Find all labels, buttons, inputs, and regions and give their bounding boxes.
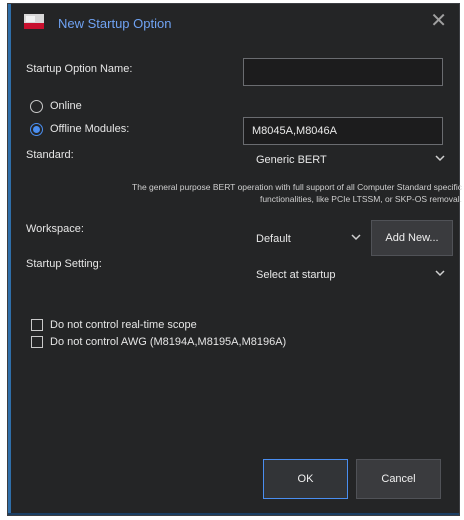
no-awg-label: Do not control AWG (M8194A,M8195A,M8196A… bbox=[50, 336, 287, 348]
chevron-down-icon bbox=[435, 270, 445, 277]
startup-setting-label: Startup Setting: bbox=[26, 258, 102, 270]
dialog-titlebar[interactable]: New Startup Option ✕ bbox=[8, 4, 459, 42]
startup-setting-dropdown[interactable]: Select at startup bbox=[256, 264, 446, 286]
standard-value: Generic BERT bbox=[256, 154, 327, 166]
startup-option-name-input[interactable] bbox=[243, 58, 443, 86]
app-icon bbox=[24, 14, 44, 29]
cancel-button[interactable]: Cancel bbox=[356, 459, 441, 499]
startup-option-name-label: Startup Option Name: bbox=[26, 63, 133, 75]
standard-description: The general purpose BERT operation with … bbox=[32, 181, 462, 205]
no-scope-label: Do not control real-time scope bbox=[50, 319, 197, 331]
offline-modules-label: Offline Modules: bbox=[50, 123, 130, 135]
standard-description-line2: functionalities, like PCIe LTSSM, or SKP… bbox=[259, 194, 462, 204]
chevron-down-icon bbox=[351, 234, 361, 241]
offline-modules-radio[interactable] bbox=[30, 123, 43, 136]
ok-button[interactable]: OK bbox=[263, 459, 348, 499]
offline-modules-input[interactable] bbox=[243, 117, 443, 145]
online-radio[interactable] bbox=[30, 100, 43, 113]
standard-dropdown[interactable]: Generic BERT bbox=[256, 149, 446, 171]
dialog-title: New Startup Option bbox=[58, 16, 172, 31]
standard-label: Standard: bbox=[26, 149, 74, 161]
startup-setting-value: Select at startup bbox=[256, 269, 336, 281]
workspace-label: Workspace: bbox=[26, 223, 84, 235]
chevron-down-icon bbox=[435, 155, 445, 162]
standard-description-line1: The general purpose BERT operation with … bbox=[132, 182, 462, 192]
dialog-bottom-border bbox=[8, 513, 459, 515]
online-label: Online bbox=[50, 100, 82, 112]
dialog-side-accent bbox=[8, 4, 11, 515]
no-scope-checkbox[interactable] bbox=[31, 319, 43, 331]
add-new-button[interactable]: Add New... bbox=[371, 220, 453, 256]
workspace-dropdown[interactable]: Default bbox=[256, 228, 362, 250]
workspace-value: Default bbox=[256, 233, 291, 245]
no-awg-checkbox[interactable] bbox=[31, 336, 43, 348]
close-icon[interactable]: ✕ bbox=[430, 11, 447, 31]
new-startup-option-dialog: New Startup Option ✕ Startup Option Name… bbox=[7, 3, 462, 516]
